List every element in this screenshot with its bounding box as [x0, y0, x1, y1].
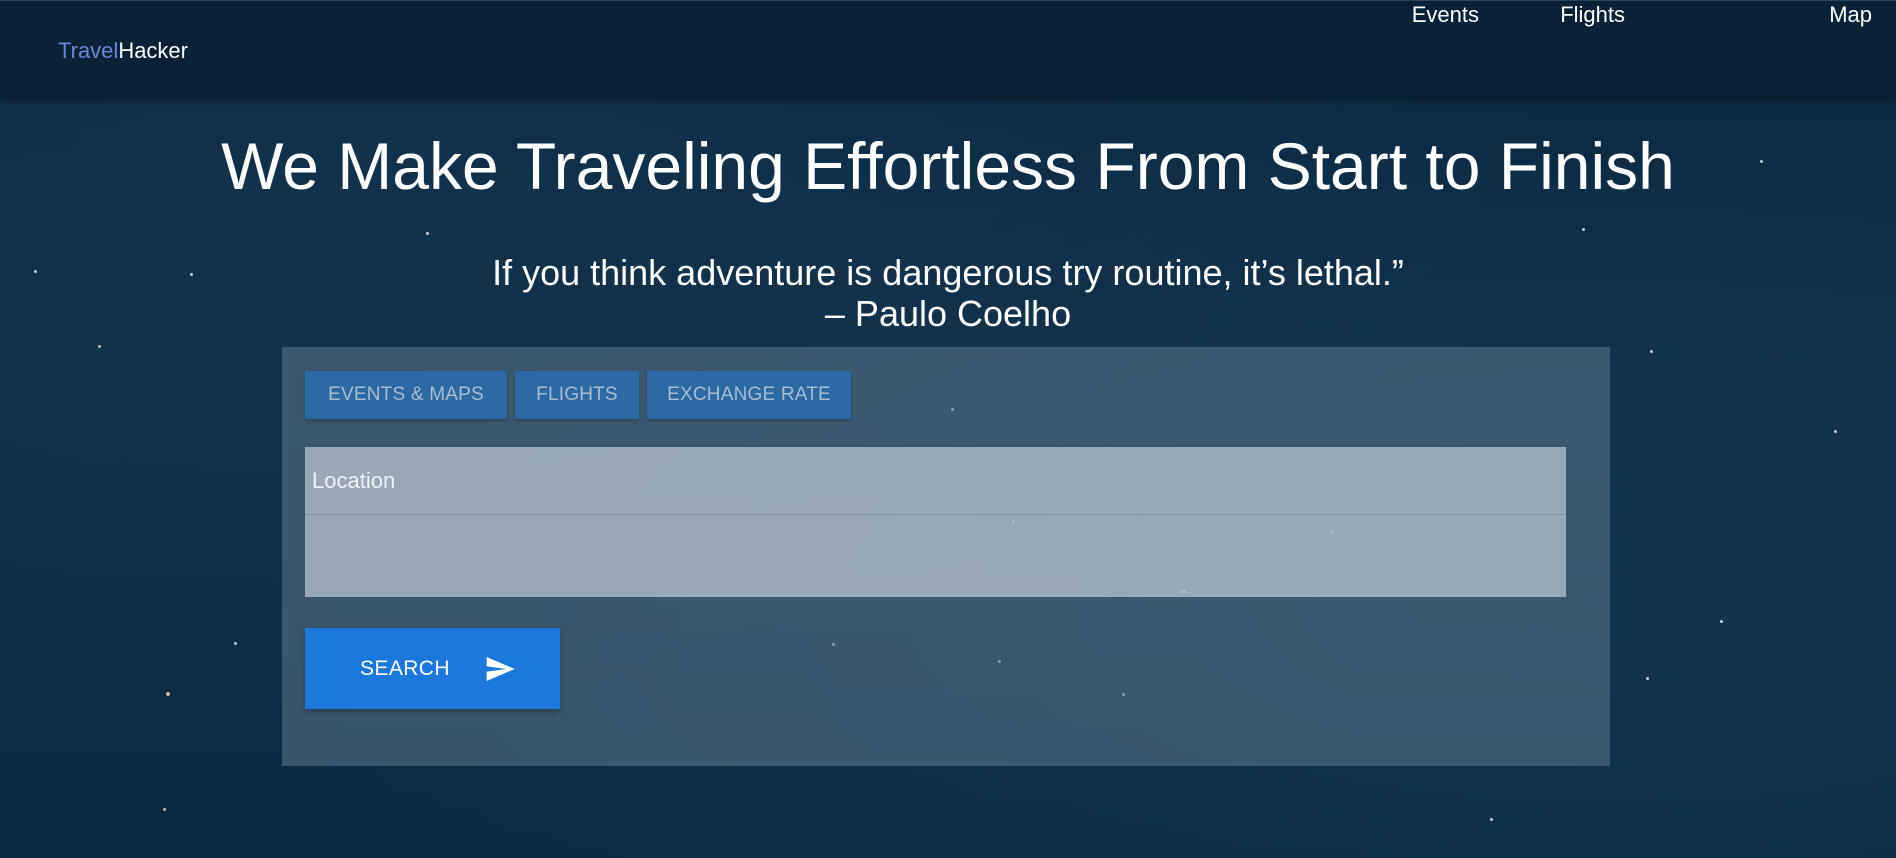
star	[234, 642, 237, 645]
brand-hacker-text: Hacker	[118, 38, 188, 63]
star	[1582, 228, 1585, 231]
send-icon	[486, 657, 515, 681]
search-button[interactable]: SEARCH	[305, 628, 560, 709]
star	[426, 232, 429, 235]
hero-title: We Make Traveling Effortless From Start …	[221, 129, 1675, 203]
search-panel: EVENTS & MAPS FLIGHTS EXCHANGE RATE SEAR…	[282, 347, 1610, 766]
top-navbar: TravelHacker Events Flights Map	[0, 0, 1896, 96]
brand-logo[interactable]: TravelHacker	[58, 37, 188, 65]
star	[98, 345, 101, 348]
nav-link-flights[interactable]: Flights	[1560, 1, 1625, 29]
hero-quote: If you think adventure is dangerous try …	[492, 252, 1404, 293]
location-input[interactable]	[305, 447, 1566, 515]
search-button-label: SEARCH	[360, 657, 450, 680]
nav-link-map[interactable]: Map	[1829, 1, 1872, 29]
star	[166, 692, 170, 696]
star	[1834, 430, 1837, 433]
location-field-container	[305, 447, 1566, 597]
hero-quote-author: – Paulo Coelho	[824, 293, 1072, 334]
nav-link-events[interactable]: Events	[1412, 1, 1479, 29]
star	[1490, 818, 1493, 821]
tab-events-maps[interactable]: EVENTS & MAPS	[305, 371, 507, 419]
star	[1646, 677, 1649, 680]
tab-exchange-rate[interactable]: EXCHANGE RATE	[647, 371, 851, 419]
brand-travel-text: Travel	[58, 38, 119, 63]
tab-flights[interactable]: FLIGHTS	[515, 371, 639, 419]
star	[1720, 620, 1723, 623]
star	[163, 808, 166, 811]
star	[1650, 350, 1653, 353]
